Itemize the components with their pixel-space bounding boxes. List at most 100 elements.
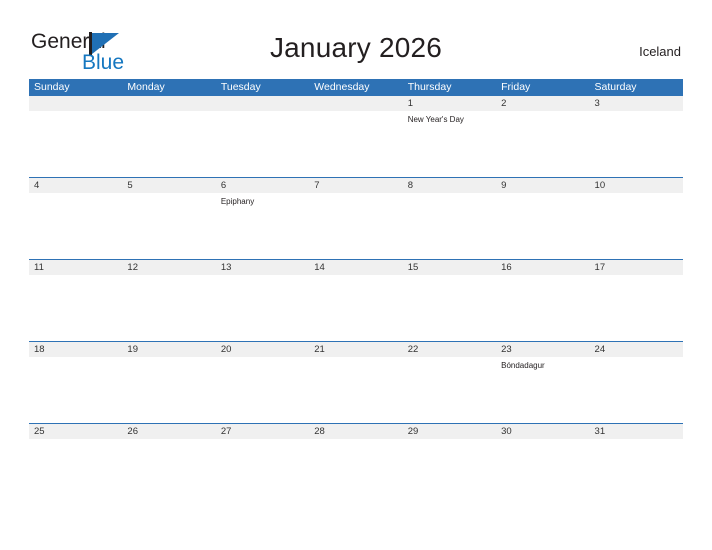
day-cell[interactable] [403,275,496,341]
day-cell[interactable] [590,111,683,177]
day-number[interactable]: 17 [590,260,683,275]
day-cell[interactable] [216,439,309,505]
day-number[interactable]: 13 [216,260,309,275]
day-cell[interactable] [309,193,402,259]
calendar-week-row: 18 19 20 21 22 23 24 Bóndadagur [29,341,683,423]
day-number[interactable]: 15 [403,260,496,275]
calendar-grid: Sunday Monday Tuesday Wednesday Thursday… [29,79,683,505]
day-cell[interactable] [309,439,402,505]
day-number[interactable]: 30 [496,424,589,439]
day-number[interactable]: 7 [309,178,402,193]
day-number[interactable]: 10 [590,178,683,193]
day-number[interactable]: 2 [496,96,589,111]
day-number[interactable]: 12 [122,260,215,275]
day-cell[interactable] [403,439,496,505]
day-number[interactable]: 14 [309,260,402,275]
day-cell[interactable]: New Year's Day [403,111,496,177]
calendar-week-row: 4 5 6 7 8 9 10 Epiphany [29,177,683,259]
day-cell[interactable] [309,111,402,177]
day-number[interactable]: 6 [216,178,309,193]
page-header: General Blue January 2026 Iceland [0,0,712,78]
day-number[interactable]: 21 [309,342,402,357]
day-cell[interactable] [496,111,589,177]
day-cell[interactable] [216,357,309,423]
week-dates-row: 11 12 13 14 15 16 17 [29,259,683,275]
day-cell[interactable] [122,275,215,341]
weekday-header-tuesday: Tuesday [220,81,261,93]
day-cell[interactable]: Bóndadagur [496,357,589,423]
day-number[interactable] [122,96,215,111]
week-dates-row: 4 5 6 7 8 9 10 [29,177,683,193]
day-number[interactable]: 25 [29,424,122,439]
day-number[interactable]: 11 [29,260,122,275]
weekday-header-sunday: Sunday [34,81,70,93]
day-number[interactable]: 28 [309,424,402,439]
day-cell[interactable] [403,357,496,423]
day-number[interactable]: 29 [403,424,496,439]
day-cell[interactable] [309,357,402,423]
day-cell[interactable] [29,357,122,423]
day-cell[interactable] [29,439,122,505]
event-label: Epiphany [220,197,255,206]
day-cell[interactable] [496,193,589,259]
weekday-header-wednesday: Wednesday [314,81,370,93]
day-cell[interactable] [29,111,122,177]
day-cell[interactable] [403,193,496,259]
event-label: Bóndadagur [501,361,545,370]
day-number[interactable]: 26 [122,424,215,439]
day-number[interactable]: 4 [29,178,122,193]
week-dates-row: 18 19 20 21 22 23 24 [29,341,683,357]
day-cell[interactable] [122,357,215,423]
day-number[interactable]: 22 [403,342,496,357]
day-number[interactable]: 27 [216,424,309,439]
day-cell[interactable] [122,111,215,177]
week-events-row: Epiphany [29,193,683,259]
day-number[interactable] [216,96,309,111]
calendar-week-row: 1 2 3 New Year's Day [29,96,683,177]
day-number[interactable]: 1 [403,96,496,111]
calendar-page: General Blue January 2026 Iceland Sunday… [0,0,712,550]
day-cell[interactable] [216,275,309,341]
country-label: Iceland [639,44,681,59]
day-cell[interactable] [590,275,683,341]
day-cell[interactable] [590,193,683,259]
weekday-header-thursday: Thursday [407,81,452,93]
day-cell[interactable] [216,111,309,177]
day-number[interactable]: 18 [29,342,122,357]
day-number[interactable]: 24 [590,342,683,357]
weekday-header-friday: Friday [501,81,531,93]
weekday-header-saturday: Saturday [594,81,637,93]
event-label: New Year's Day [407,115,464,124]
day-number[interactable] [29,96,122,111]
day-number[interactable]: 8 [403,178,496,193]
day-cell[interactable] [29,275,122,341]
week-events-row: New Year's Day [29,111,683,177]
day-number[interactable] [309,96,402,111]
page-title: January 2026 [269,32,443,63]
day-number[interactable]: 23 [496,342,589,357]
day-cell[interactable]: Epiphany [216,193,309,259]
day-cell[interactable] [496,439,589,505]
day-number[interactable]: 31 [590,424,683,439]
day-number[interactable]: 5 [122,178,215,193]
day-cell[interactable] [590,439,683,505]
week-dates-row: 1 2 3 [29,96,683,111]
day-number[interactable]: 19 [122,342,215,357]
day-cell[interactable] [496,275,589,341]
day-number[interactable]: 3 [590,96,683,111]
week-dates-row: 25 26 27 28 29 30 31 [29,423,683,439]
day-number[interactable]: 20 [216,342,309,357]
week-events-row [29,275,683,341]
calendar-week-row: 25 26 27 28 29 30 31 [29,423,683,505]
day-cell[interactable] [309,275,402,341]
day-cell[interactable] [29,193,122,259]
weekday-header-monday: Monday [127,81,165,93]
week-events-row [29,439,683,505]
day-number[interactable]: 9 [496,178,589,193]
day-cell[interactable] [590,357,683,423]
day-cell[interactable] [122,439,215,505]
weekday-header-row: Sunday Monday Tuesday Wednesday Thursday… [29,79,683,96]
day-number[interactable]: 16 [496,260,589,275]
calendar-week-row: 11 12 13 14 15 16 17 [29,259,683,341]
day-cell[interactable] [122,193,215,259]
